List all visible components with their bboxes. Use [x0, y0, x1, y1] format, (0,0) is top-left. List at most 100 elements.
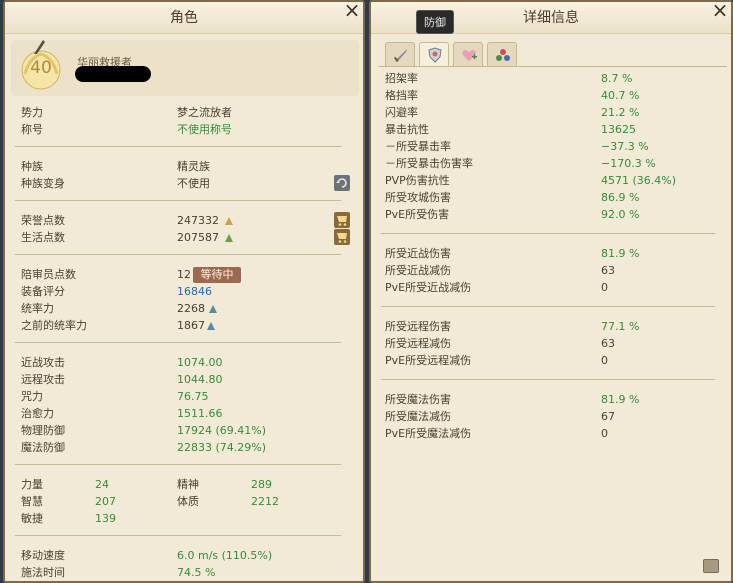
- stat-label: 智慧: [21, 495, 43, 508]
- stat-value: 207: [95, 495, 116, 508]
- stat-label: 所受远程减伤: [385, 337, 451, 350]
- cart-icon[interactable]: [334, 212, 350, 228]
- stat-value: 289: [251, 478, 272, 491]
- section-divider: [381, 379, 715, 380]
- sword-icon: [393, 49, 407, 62]
- stat-label: －所受暴击率: [385, 140, 451, 153]
- stat-value: 17924 (69.41%): [177, 424, 267, 437]
- stat-value: 67: [601, 410, 615, 423]
- stat-label: 统率力: [21, 302, 54, 315]
- stat-label: －所受暴击伤害率: [385, 157, 473, 170]
- stat-value: 92.0 %: [601, 208, 640, 221]
- stat-label: 所受近战减伤: [385, 264, 451, 277]
- tab-heal[interactable]: [453, 42, 483, 66]
- stat-value: 12: [177, 268, 191, 281]
- stat-value: 1044.80: [177, 373, 223, 386]
- stat-value: 8.7 %: [601, 72, 633, 85]
- stat-value: 86.9 %: [601, 191, 640, 204]
- stat-value: 梦之流放者: [177, 106, 232, 119]
- character-card: 40 华丽救援者: [11, 40, 359, 96]
- tab-defense[interactable]: [419, 42, 449, 66]
- panel-title: 角色: [170, 10, 198, 26]
- stat-label: 远程攻击: [21, 373, 65, 386]
- stat-label: 力量: [21, 478, 43, 491]
- stat-value: 不使用: [177, 177, 210, 190]
- stat-value: 2212: [251, 495, 279, 508]
- wing-icon: [205, 320, 217, 332]
- heart-plus-icon: [462, 50, 477, 61]
- stat-value: 77.1 %: [601, 320, 640, 333]
- detail-panel: 详细信息 × 招架率 8.7 % 格挡率 40.7 % 闪避率 21.2 % 暴…: [369, 0, 733, 583]
- stat-label: 魔法防御: [21, 441, 65, 454]
- stat-label: PvE所受魔法减伤: [385, 427, 472, 440]
- close-icon[interactable]: ×: [343, 2, 361, 20]
- tab-divider: [379, 66, 727, 67]
- panel-options-icon[interactable]: [703, 559, 719, 573]
- stat-label: 所受魔法伤害: [385, 393, 451, 406]
- stat-value: 74.5 %: [177, 566, 216, 579]
- stat-value: 81.9 %: [601, 247, 640, 260]
- stat-label: 暴击抗性: [385, 123, 429, 136]
- stat-value: 1511.66: [177, 407, 223, 420]
- stat-value: −170.3 %: [601, 157, 656, 170]
- stat-value: 1867: [177, 319, 205, 332]
- character-panel-header: 角色 ×: [5, 2, 363, 34]
- stat-label: 所受近战伤害: [385, 247, 451, 260]
- stat-value: 207587: [177, 231, 219, 244]
- orbs-icon: [496, 49, 510, 61]
- stat-label: 之前的统率力: [21, 319, 87, 332]
- stat-label: 物理防御: [21, 424, 65, 437]
- stat-value: 6.0 m/s (110.5%): [177, 549, 273, 562]
- stat-label: 称号: [21, 123, 43, 136]
- tab-misc[interactable]: [487, 42, 517, 66]
- stat-label: 所受攻城伤害: [385, 191, 451, 204]
- stat-label: PvE所受伤害: [385, 208, 450, 221]
- stat-label: 势力: [21, 106, 43, 119]
- stat-label: 敏捷: [21, 512, 43, 525]
- status-badge: 等待中: [193, 267, 241, 283]
- stat-label: 治愈力: [21, 407, 54, 420]
- stat-label: 荣誉点数: [21, 214, 65, 227]
- feather-icon: [34, 40, 45, 54]
- stat-label: PVP伤害抗性: [385, 174, 450, 187]
- stat-label: 装备评分: [21, 285, 65, 298]
- stat-value: −37.3 %: [601, 140, 649, 153]
- section-divider: [15, 200, 341, 201]
- character-panel: 角色 × 40 华丽救援者 势力 梦之流放者 称号 不使用称号 种族 精灵族 种族变身 不使用…: [3, 0, 365, 583]
- stat-label: 种族变身: [21, 177, 65, 190]
- stat-value: 139: [95, 512, 116, 525]
- medal-icon: [223, 215, 235, 227]
- stat-value: 81.9 %: [601, 393, 640, 406]
- close-icon[interactable]: ×: [711, 2, 729, 20]
- section-divider: [381, 306, 715, 307]
- stat-value: 63: [601, 337, 615, 350]
- stat-value: 1074.00: [177, 356, 223, 369]
- stat-label: 格挡率: [385, 89, 418, 102]
- stat-label: 陪审员点数: [21, 268, 76, 281]
- stat-label: 种族: [21, 160, 43, 173]
- tab-tooltip: 防御: [416, 10, 454, 34]
- cart-icon[interactable]: [334, 229, 350, 245]
- level-badge: 40: [19, 40, 63, 90]
- stat-value: 40.7 %: [601, 89, 640, 102]
- stat-value: 24: [95, 478, 109, 491]
- stat-value: 不使用称号: [177, 123, 232, 136]
- stat-value: 13625: [601, 123, 636, 136]
- character-name-redacted: [75, 66, 151, 82]
- stat-label: 闪避率: [385, 106, 418, 119]
- shield-icon: [428, 47, 442, 63]
- stat-value: 0: [601, 281, 608, 294]
- stat-label: 招架率: [385, 72, 418, 85]
- stat-label: 所受远程伤害: [385, 320, 451, 333]
- stat-value: 247332: [177, 214, 219, 227]
- stat-value: 4571 (36.4%): [601, 174, 677, 187]
- tab-attack[interactable]: [385, 42, 415, 66]
- level-number: 40: [30, 58, 52, 78]
- section-divider: [15, 146, 341, 147]
- refresh-icon[interactable]: [334, 175, 350, 191]
- stat-label: 咒力: [21, 390, 43, 403]
- section-divider: [381, 233, 715, 234]
- wing-icon: [207, 303, 219, 315]
- stat-label: 精神: [177, 478, 199, 491]
- section-divider: [15, 254, 341, 255]
